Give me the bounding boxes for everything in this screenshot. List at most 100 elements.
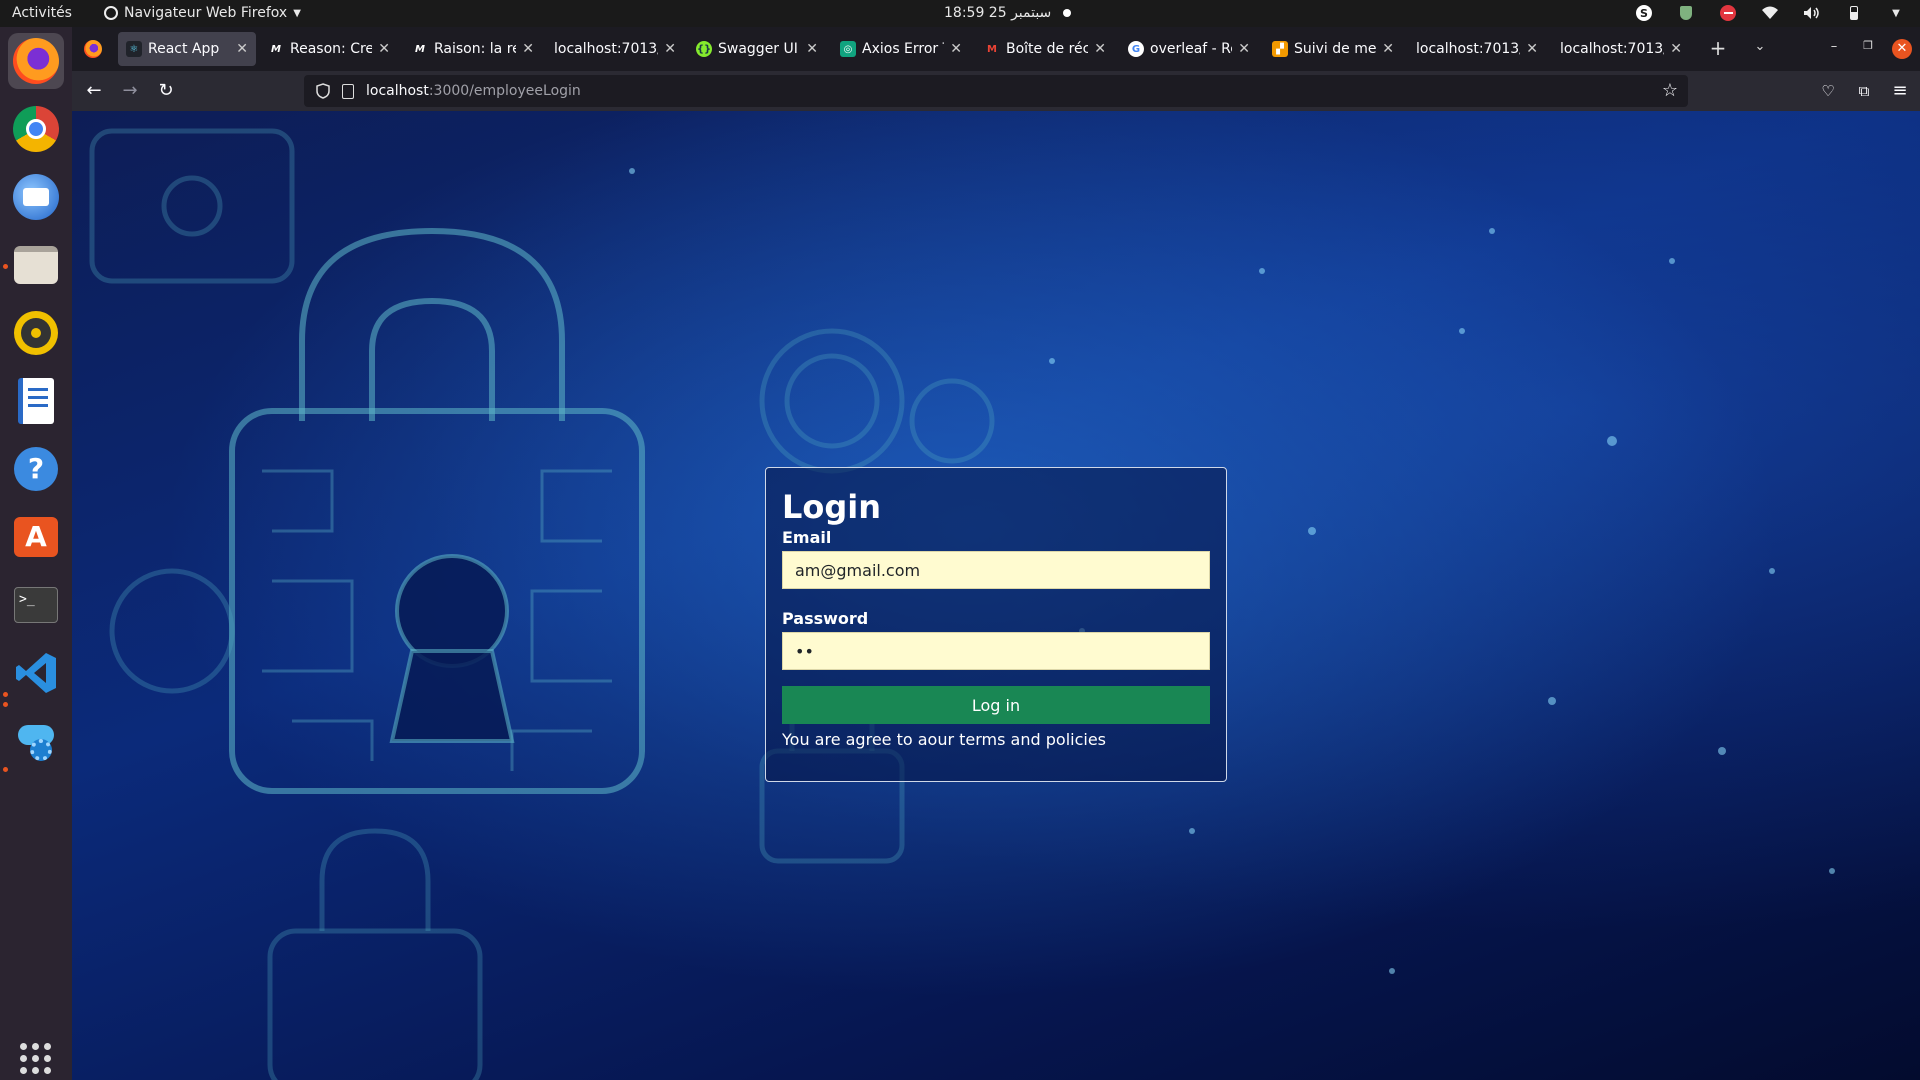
close-window-icon[interactable]: ✕ [1892, 39, 1912, 59]
dock-chrome[interactable] [8, 101, 64, 157]
email-field[interactable] [782, 551, 1210, 589]
close-tab-icon[interactable]: ✕ [664, 41, 676, 57]
chevron-down-icon: ▼ [293, 7, 301, 19]
dock-vscode[interactable] [8, 645, 64, 701]
dock-settings-tool[interactable] [8, 713, 64, 769]
thunderbird-icon [13, 174, 59, 220]
skype-icon[interactable]: S [1634, 3, 1654, 23]
cloud-gear-icon [14, 719, 58, 763]
close-tab-icon[interactable]: ✕ [522, 41, 534, 57]
close-tab-icon[interactable]: ✕ [1238, 41, 1250, 57]
chatgpt-icon: ◎ [840, 41, 856, 57]
tab-localhost-3[interactable]: localhost:7013/ ✕ [1552, 32, 1690, 66]
tab-raison[interactable]: M Raison: la req ✕ [404, 32, 542, 66]
close-tab-icon[interactable]: ✕ [1094, 41, 1106, 57]
menu-icon[interactable]: ≡ [1888, 79, 1912, 103]
dock-files[interactable] [8, 237, 64, 293]
firefox-app-icon [104, 6, 118, 20]
close-tab-icon[interactable]: ✕ [1526, 41, 1538, 57]
firefox-icon [13, 38, 59, 84]
tab-reason-cred[interactable]: M Reason: Cred ✕ [260, 32, 398, 66]
shield-icon[interactable] [1676, 3, 1696, 23]
new-tab-icon[interactable]: + [1708, 36, 1728, 60]
tracking-protection-shield-icon[interactable] [316, 83, 330, 99]
tab-axios-error[interactable]: ◎ Axios Error T ✕ [832, 32, 970, 66]
react-icon: ⚛ [126, 41, 142, 57]
pocket-icon[interactable]: ♡ [1816, 79, 1840, 103]
app-menu[interactable]: Navigateur Web Firefox ▼ [104, 5, 301, 21]
close-tab-icon[interactable]: ✕ [1670, 41, 1682, 57]
email-label: Email [782, 528, 832, 547]
close-tab-icon[interactable]: ✕ [950, 41, 962, 57]
tab-strip: ⚛ React App ✕ M Reason: Cred ✕ M Raison:… [72, 27, 1920, 71]
wifi-icon[interactable] [1760, 3, 1780, 23]
system-tray: S ▼ [1634, 3, 1906, 23]
gmail-icon: M [987, 43, 997, 55]
restore-icon[interactable]: ❐ [1858, 39, 1878, 59]
system-menu-chevron-icon[interactable]: ▼ [1886, 3, 1906, 23]
files-icon [14, 246, 58, 284]
volume-icon[interactable] [1802, 3, 1822, 23]
help-icon: ? [14, 447, 58, 491]
extensions-icon[interactable]: ⧉ [1852, 79, 1876, 103]
reload-icon[interactable]: ↻ [154, 79, 178, 103]
app-menu-label: Navigateur Web Firefox [124, 5, 288, 21]
battery-icon[interactable] [1844, 3, 1864, 23]
writer-icon [18, 378, 54, 424]
medium-icon: M [271, 43, 281, 55]
minimize-icon[interactable]: – [1824, 39, 1844, 59]
dock-firefox[interactable] [8, 33, 64, 89]
dock: ? A >_ [0, 27, 72, 1080]
bookmark-star-icon[interactable]: ☆ [1662, 80, 1678, 101]
password-label: Password [782, 609, 869, 628]
forward-icon[interactable]: → [118, 79, 142, 103]
swagger-icon: {} [696, 41, 712, 57]
clock-label: 18:59 25 سبتمبر [944, 5, 1052, 21]
dock-rhythmbox[interactable] [8, 305, 64, 361]
tab-suivi[interactable]: ▞ Suivi de mes ✕ [1264, 32, 1402, 66]
tracker-icon: ▞ [1272, 41, 1288, 57]
terms-text: You are agree to aour terms and policies [782, 730, 1106, 749]
login-card: Login Email Password Log in You are agre… [765, 467, 1227, 782]
close-tab-icon[interactable]: ✕ [378, 41, 390, 57]
dock-thunderbird[interactable] [8, 169, 64, 225]
rhythmbox-icon [14, 311, 58, 355]
firefox-view-icon[interactable] [84, 40, 102, 58]
system-top-bar: Activités Navigateur Web Firefox ▼ 18:59… [0, 0, 1920, 27]
close-tab-icon[interactable]: ✕ [236, 41, 248, 57]
dock-libreoffice-writer[interactable] [8, 373, 64, 429]
close-tab-icon[interactable]: ✕ [806, 41, 818, 57]
running-indicator [3, 767, 8, 772]
tab-swagger[interactable]: {} Swagger UI ✕ [688, 32, 826, 66]
clock[interactable]: 18:59 25 سبتمبر [944, 5, 1072, 21]
do-not-disturb-icon[interactable] [1718, 3, 1738, 23]
tab-localhost-2[interactable]: localhost:7013/ ✕ [1408, 32, 1546, 66]
login-title: Login [782, 488, 882, 526]
url-bar[interactable]: localhost:3000/employeeLogin ☆ [304, 75, 1688, 107]
show-applications-icon[interactable] [20, 1043, 51, 1074]
dock-terminal[interactable]: >_ [8, 577, 64, 633]
password-field[interactable] [782, 632, 1210, 670]
tab-overleaf[interactable]: G overleaf - Re ✕ [1120, 32, 1258, 66]
back-icon[interactable]: ← [82, 79, 106, 103]
vscode-icon [16, 653, 56, 693]
page-content: Login Email Password Log in You are agre… [72, 111, 1920, 1080]
chrome-icon [13, 106, 59, 152]
dock-help[interactable]: ? [8, 441, 64, 497]
activities-button[interactable]: Activités [12, 5, 72, 21]
dock-software[interactable]: A [8, 509, 64, 565]
tab-react-app[interactable]: ⚛ React App ✕ [118, 32, 256, 66]
software-center-icon: A [14, 517, 58, 557]
close-tab-icon[interactable]: ✕ [1382, 41, 1394, 57]
tab-gmail[interactable]: M Boîte de réce ✕ [976, 32, 1114, 66]
page-info-icon[interactable] [342, 83, 354, 99]
login-button[interactable]: Log in [782, 686, 1210, 724]
notification-dot-icon [1063, 9, 1072, 17]
list-tabs-chevron-icon[interactable]: ⌄ [1750, 39, 1770, 59]
tab-localhost-1[interactable]: localhost:7013/ ✕ [546, 32, 684, 66]
url-text[interactable]: localhost:3000/employeeLogin [366, 83, 581, 99]
running-indicator [3, 702, 8, 707]
google-icon: G [1128, 41, 1144, 57]
medium-icon: M [415, 43, 425, 55]
